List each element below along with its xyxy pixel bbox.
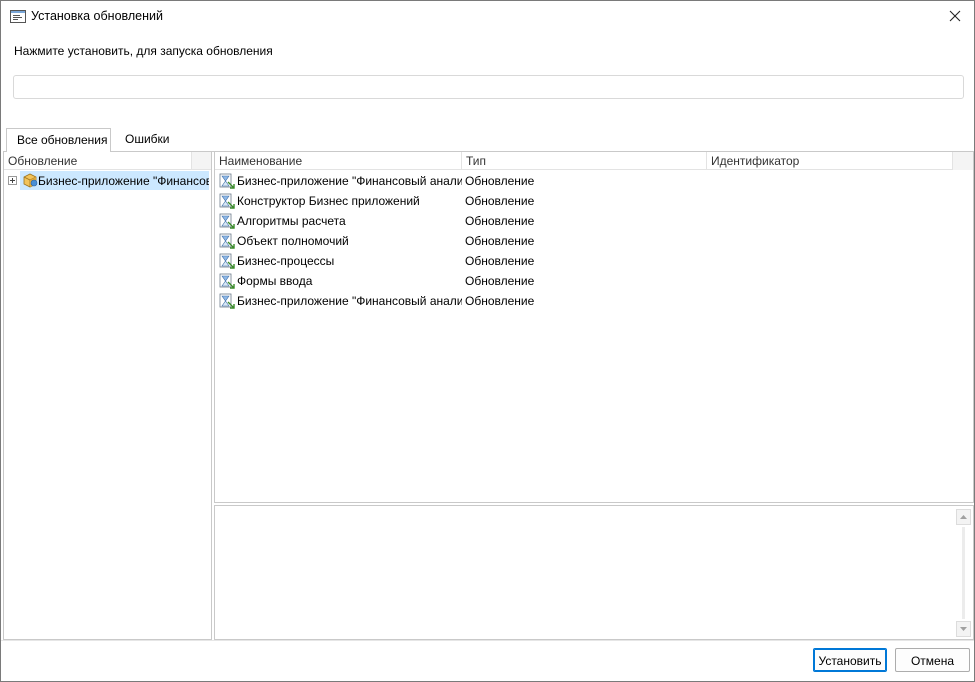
details-panel: [214, 505, 974, 640]
footer-divider: [1, 640, 974, 641]
list-item-type: Обновление: [465, 174, 535, 188]
list-item-name-text: Объект полномочий: [237, 234, 349, 248]
window-title: Установка обновлений: [31, 9, 163, 23]
title-bar: Установка обновлений: [1, 1, 974, 32]
tree-item-label: Бизнес-приложение "Финансовый анализ ком…: [38, 174, 209, 188]
tree-row[interactable]: Бизнес-приложение "Финансовый анализ ком…: [6, 171, 209, 190]
install-updates-dialog: Установка обновлений Нажмите установить,…: [0, 0, 975, 682]
tree-item-selected[interactable]: Бизнес-приложение "Финансовый анализ ком…: [20, 171, 209, 190]
list-item-type: Обновление: [465, 254, 535, 268]
install-button[interactable]: Установить: [813, 648, 887, 672]
update-item-icon: [219, 173, 235, 191]
list-item-type: Обновление: [465, 214, 535, 228]
list-item-name: Бизнес-процессы: [219, 251, 462, 271]
list-item-name-text: Бизнес-приложение "Финансовый анализ ком…: [237, 174, 462, 188]
progress-bar: [13, 75, 964, 99]
list-item-type: Обновление: [465, 194, 535, 208]
column-header-filler: [953, 152, 973, 170]
arrow-up-icon: [960, 515, 967, 519]
list-item-name-text: Конструктор Бизнес приложений: [237, 194, 420, 208]
column-header-type[interactable]: Тип: [462, 152, 707, 170]
list-item-type: Обновление: [465, 294, 535, 308]
close-icon: [949, 10, 961, 22]
list-item[interactable]: Объект полномочий Обновление: [215, 231, 973, 251]
update-list-panel: Наименование Тип Идентификатор Бизнес-пр…: [214, 151, 974, 503]
list-item-name: Бизнес-приложение "Финансовый анализ ком…: [219, 291, 462, 311]
list-header: Наименование Тип Идентификатор: [215, 152, 973, 170]
scroll-up-button[interactable]: [956, 509, 971, 525]
tree-header-filler: [191, 152, 211, 169]
tab-all-updates[interactable]: Все обновления: [6, 128, 111, 152]
list-item-name: Формы ввода: [219, 271, 462, 291]
update-item-icon: [219, 233, 235, 251]
list-item[interactable]: Конструктор Бизнес приложений Обновление: [215, 191, 973, 211]
list-item[interactable]: Формы ввода Обновление: [215, 271, 973, 291]
list-item-name: Бизнес-приложение "Финансовый анализ ком…: [219, 171, 462, 191]
column-header-id[interactable]: Идентификатор: [707, 152, 953, 170]
list-item-type: Обновление: [465, 234, 535, 248]
tab-errors[interactable]: Ошибки: [115, 128, 175, 152]
update-item-icon: [219, 253, 235, 271]
expand-icon[interactable]: [8, 176, 17, 185]
instruction-text: Нажмите установить, для запуска обновлен…: [14, 44, 273, 58]
vertical-scrollbar[interactable]: [955, 507, 972, 638]
list-item-type: Обновление: [465, 274, 535, 288]
close-button[interactable]: [940, 3, 970, 29]
tree-header-label: Обновление: [8, 154, 78, 168]
list-item-name-text: Бизнес-процессы: [237, 254, 335, 268]
window-icon: [10, 10, 26, 23]
list-item[interactable]: Бизнес-приложение "Финансовый анализ ком…: [215, 171, 973, 191]
list-item-name-text: Формы ввода: [237, 274, 313, 288]
list-item[interactable]: Бизнес-приложение "Финансовый анализ ком…: [215, 291, 973, 311]
list-item-name: Объект полномочий: [219, 231, 462, 251]
update-item-icon: [219, 273, 235, 291]
update-item-icon: [219, 193, 235, 211]
update-item-icon: [219, 293, 235, 311]
update-tree-panel: Обновление: [3, 151, 212, 640]
column-header-name[interactable]: Наименование: [215, 152, 462, 170]
tree-column-header[interactable]: Обновление: [4, 152, 211, 170]
list-item-name: Алгоритмы расчета: [219, 211, 462, 231]
list-item[interactable]: Алгоритмы расчета Обновление: [215, 211, 973, 231]
list-item-name-text: Бизнес-приложение "Финансовый анализ ком…: [237, 294, 462, 308]
list-item-name-text: Алгоритмы расчета: [237, 214, 346, 228]
package-icon: [22, 172, 38, 190]
update-item-icon: [219, 213, 235, 231]
scroll-down-button[interactable]: [956, 621, 971, 637]
list-item-name: Конструктор Бизнес приложений: [219, 191, 462, 211]
scroll-track[interactable]: [962, 527, 965, 619]
cancel-button[interactable]: Отмена: [895, 648, 970, 672]
list-item[interactable]: Бизнес-процессы Обновление: [215, 251, 973, 271]
arrow-down-icon: [960, 627, 967, 631]
